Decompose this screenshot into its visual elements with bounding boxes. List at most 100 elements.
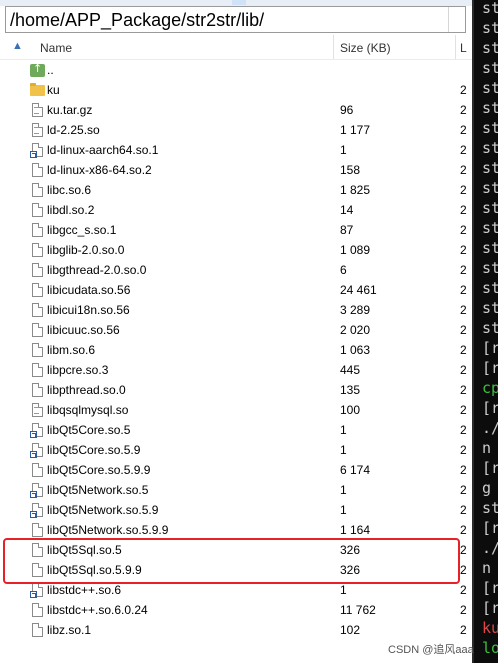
file-size: 1 [340, 503, 347, 517]
file-row[interactable]: libgthread-2.0.so.0 6 2 [0, 260, 472, 280]
file-row[interactable]: .. [0, 60, 472, 80]
file-row[interactable]: libQt5Network.so.5.9 1 2 [0, 500, 472, 520]
file-last-modified: 2 [460, 163, 467, 177]
file-name: libm.so.6 [47, 343, 96, 357]
file-row[interactable]: libgcc_s.so.1 87 2 [0, 220, 472, 240]
terminal-line: ./ [482, 539, 498, 557]
file-last-modified: 2 [460, 263, 467, 277]
path-dropdown-button[interactable] [448, 7, 465, 32]
file-size: 1 063 [340, 343, 371, 357]
file-size: 1 [340, 143, 347, 157]
file-row[interactable]: libQt5Sql.so.5.9.9 326 2 [0, 560, 472, 580]
file-row[interactable]: libicui18n.so.56 3 289 2 [0, 300, 472, 320]
file-last-modified: 2 [460, 223, 467, 237]
file-row[interactable]: libQt5Network.so.5.9.9 1 164 2 [0, 520, 472, 540]
file-row[interactable]: libm.so.6 1 063 2 [0, 340, 472, 360]
file-name: libglib-2.0.so.0 [47, 243, 125, 257]
library-file-icon [30, 402, 45, 418]
terminal-line: st [482, 199, 498, 217]
file-name: ku [47, 83, 60, 97]
file-row[interactable]: libQt5Sql.so.5 326 2 [0, 540, 472, 560]
file-row[interactable]: libdl.so.2 14 2 [0, 200, 472, 220]
file-name: ld-linux-aarch64.so.1 [47, 143, 159, 157]
file-row[interactable]: libicudata.so.56 24 461 2 [0, 280, 472, 300]
file-row[interactable]: libz.so.1 102 2 [0, 620, 472, 640]
sort-ascending-icon[interactable]: ▲ [12, 40, 23, 52]
terminal-line: cp [482, 379, 498, 397]
file-row[interactable]: ku 2 [0, 80, 472, 100]
file-row[interactable]: libQt5Core.so.5.9 1 2 [0, 440, 472, 460]
file-name: libstdc++.so.6.0.24 [47, 603, 148, 617]
file-last-modified: 2 [460, 123, 467, 137]
file-size: 6 174 [340, 463, 371, 477]
path-input[interactable]: /home/APP_Package/str2str/lib/ [5, 6, 466, 33]
column-header-last[interactable]: L [460, 41, 467, 55]
file-size: 326 [340, 563, 361, 577]
symlink-file-icon [30, 502, 45, 518]
file-icon [30, 302, 45, 318]
folder-icon [30, 82, 45, 98]
file-name: libc.so.6 [47, 183, 92, 197]
file-row[interactable]: libpthread.so.0 135 2 [0, 380, 472, 400]
file-row[interactable]: libc.so.6 1 825 2 [0, 180, 472, 200]
file-row[interactable]: libQt5Core.so.5.9.9 6 174 2 [0, 460, 472, 480]
file-name: libz.so.1 [47, 623, 92, 637]
file-row[interactable]: libstdc++.so.6 1 2 [0, 580, 472, 600]
terminal-window[interactable]: st st st st st st st st st st st st st st st st st [r [r cp… [472, 0, 498, 663]
column-header-name[interactable]: Name [40, 41, 72, 55]
file-icon [30, 622, 45, 638]
file-name: libQt5Sql.so.5 [47, 543, 122, 557]
file-row[interactable]: libqsqlmysql.so 100 2 [0, 400, 472, 420]
terminal-line: [r [482, 339, 498, 357]
path-text: /home/APP_Package/str2str/lib/ [10, 10, 265, 30]
column-header-size[interactable]: Size (KB) [340, 41, 391, 55]
file-icon [30, 382, 45, 398]
file-name: libicui18n.so.56 [47, 303, 130, 317]
file-name: libdl.so.2 [47, 203, 95, 217]
file-list-panel: ▲ Name Size (KB) L ..ku2ku.tar.gz962ld-2… [0, 33, 472, 663]
watermark: CSDN @追风aaa [388, 644, 474, 656]
file-name: libQt5Network.so.5.9.9 [47, 523, 169, 537]
file-row[interactable]: ld-linux-aarch64.so.1 1 2 [0, 140, 472, 160]
file-row[interactable]: ld-linux-x86-64.so.2 158 2 [0, 160, 472, 180]
column-separator[interactable] [333, 35, 334, 59]
file-size: 445 [340, 363, 361, 377]
file-name: libQt5Core.so.5.9 [47, 443, 141, 457]
symlink-file-icon [30, 482, 45, 498]
file-last-modified: 2 [460, 203, 467, 217]
file-name: libQt5Core.so.5 [47, 423, 131, 437]
file-row[interactable]: libglib-2.0.so.0 1 089 2 [0, 240, 472, 260]
file-name: libQt5Sql.so.5.9.9 [47, 563, 142, 577]
file-icon [30, 322, 45, 338]
terminal-line: st [482, 499, 498, 517]
file-size: 1 825 [340, 183, 371, 197]
file-row[interactable]: libQt5Network.so.5 1 2 [0, 480, 472, 500]
terminal-line: [r [482, 579, 498, 597]
terminal-line: st [482, 259, 498, 277]
file-icon [30, 462, 45, 478]
file-name: .. [47, 63, 54, 77]
file-last-modified: 2 [460, 243, 467, 257]
file-last-modified: 2 [460, 583, 467, 597]
file-size: 6 [340, 263, 347, 277]
file-row[interactable]: ku.tar.gz 96 2 [0, 100, 472, 120]
terminal-line: n [482, 439, 492, 457]
symlink-file-icon [30, 582, 45, 598]
file-size: 1 164 [340, 523, 371, 537]
terminal-line: st [482, 319, 498, 337]
file-row[interactable]: libQt5Core.so.5 1 2 [0, 420, 472, 440]
file-size: 14 [340, 203, 354, 217]
terminal-line: st [482, 279, 498, 297]
terminal-line: [r [482, 519, 498, 537]
file-row[interactable]: libicuuc.so.56 2 020 2 [0, 320, 472, 340]
file-name: libQt5Core.so.5.9.9 [47, 463, 151, 477]
file-size: 1 [340, 483, 347, 497]
file-icon [30, 242, 45, 258]
file-last-modified: 2 [460, 103, 467, 117]
terminal-line: lo [482, 639, 498, 657]
file-row[interactable]: libstdc++.so.6.0.24 11 762 2 [0, 600, 472, 620]
terminal-line: n [482, 559, 492, 577]
column-separator[interactable] [455, 35, 456, 59]
file-row[interactable]: libpcre.so.3 445 2 [0, 360, 472, 380]
file-row[interactable]: ld-2.25.so 1 177 2 [0, 120, 472, 140]
